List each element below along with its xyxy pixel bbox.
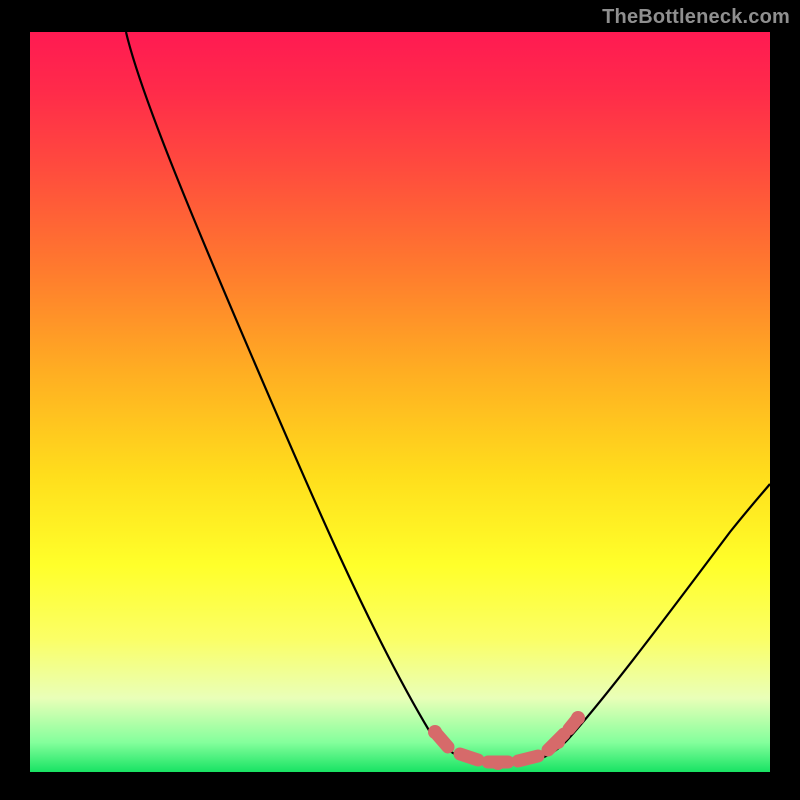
bottleneck-curve bbox=[126, 32, 770, 764]
watermark-text: TheBottleneck.com bbox=[602, 6, 790, 29]
chart-stage: TheBottleneck.com bbox=[0, 0, 800, 800]
plot-area bbox=[30, 32, 770, 772]
chart-svg bbox=[30, 32, 770, 772]
